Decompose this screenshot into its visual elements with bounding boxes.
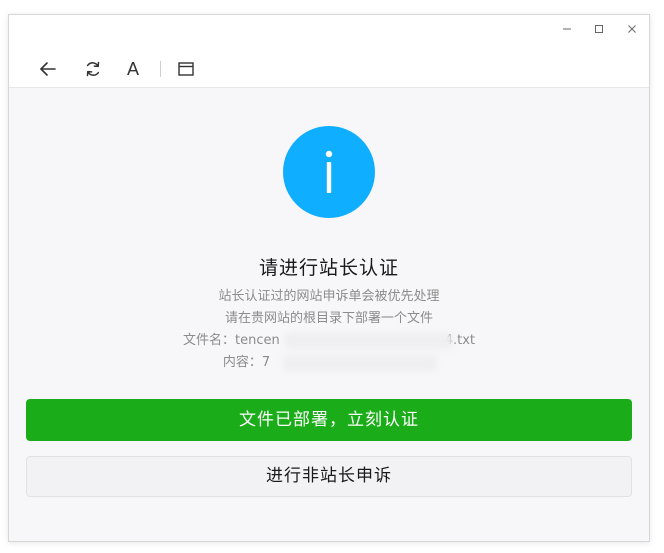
open-window-button[interactable] [174, 57, 198, 81]
file-name-value-start: tencen [234, 333, 280, 348]
font-size-label: A [126, 58, 139, 79]
close-button[interactable] [622, 21, 642, 39]
refresh-icon [86, 61, 100, 77]
file-name-label: 文件名： [182, 333, 235, 348]
back-arrow-icon [40, 62, 56, 76]
description-line-2: 请在贵网站的根目录下部署一个文件 [224, 311, 433, 326]
maximize-icon [595, 25, 603, 33]
font-size-button[interactable]: A [121, 57, 145, 81]
page-title: 请进行站长认证 [258, 257, 399, 279]
close-icon [628, 25, 636, 33]
window-icon [178, 62, 194, 76]
page-content: 请进行站长认证 站长认证过的网站申诉单会被优先处理 请在贵网站的根目录下部署一个… [9, 87, 649, 541]
minimize-button[interactable] [557, 21, 577, 39]
maximize-button[interactable] [589, 21, 609, 39]
title-bar: A [9, 15, 649, 88]
content-value-start: 7 [261, 355, 271, 370]
toolbar-divider [160, 61, 161, 77]
verify-now-button[interactable]: 文件已部署，立刻认证 [26, 399, 632, 441]
minimize-icon [563, 28, 571, 30]
non-owner-appeal-button[interactable]: 进行非站长申诉 [26, 456, 632, 497]
refresh-button[interactable] [81, 57, 105, 81]
back-button[interactable] [36, 57, 60, 81]
redaction-blur [285, 333, 453, 349]
redaction-blur [283, 355, 437, 371]
content-label: 内容： [222, 355, 262, 370]
description-line-1: 站长认证过的网站申诉单会被优先处理 [218, 289, 440, 304]
info-icon [283, 126, 375, 218]
browser-window: A 请进行站长认证 站长认证过的网站申诉单会被优先处理 请在贵网站的根目录下部署… [8, 14, 650, 542]
